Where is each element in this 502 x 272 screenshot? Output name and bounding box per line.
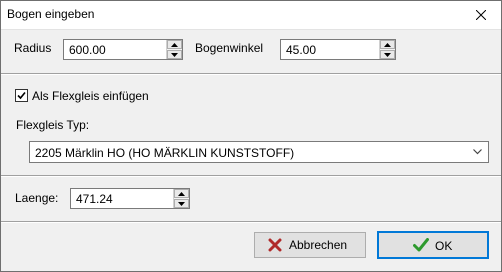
separator (1, 73, 501, 75)
flexgleis-checkbox[interactable] (15, 89, 28, 102)
title-bar[interactable]: Bogen eingeben (1, 1, 501, 30)
laenge-value[interactable]: 471.24 (76, 192, 113, 206)
ok-button-label: OK (435, 239, 453, 253)
bogenwinkel-decrement-button[interactable] (380, 50, 395, 59)
flexgleis-type-selected: 2205 Märklin HO (HO MÄRKLIN KUNSTSTOFF) (35, 146, 295, 160)
flexgleis-type-label: Flexgleis Typ: (16, 118, 90, 132)
bogenwinkel-increment-button[interactable] (380, 40, 395, 49)
laenge-spin-buttons (173, 189, 189, 208)
flexgleis-type-select[interactable]: 2205 Märklin HO (HO MÄRKLIN KUNSTSTOFF) (29, 141, 489, 163)
separator (1, 221, 501, 223)
bogenwinkel-spin-buttons (379, 40, 395, 59)
bogenwinkel-value[interactable]: 45.00 (286, 43, 316, 57)
ok-check-icon (413, 238, 429, 252)
arrow-down-icon (384, 53, 391, 57)
close-icon (476, 10, 486, 20)
arrow-up-icon (178, 192, 185, 196)
cancel-button-label: Abbrechen (289, 238, 348, 252)
ok-button[interactable]: OK (377, 231, 489, 259)
radius-spinbox[interactable]: 600.00 (63, 39, 183, 60)
radius-label: Radius (14, 41, 52, 55)
arrow-down-icon (178, 202, 185, 206)
arrow-up-icon (171, 43, 178, 47)
cancel-x-icon (268, 238, 282, 252)
arrow-up-icon (384, 43, 391, 47)
radius-value[interactable]: 600.00 (69, 43, 106, 57)
separator (1, 175, 501, 177)
window-title: Bogen eingeben (7, 7, 95, 21)
laenge-label: Laenge: (15, 191, 59, 205)
radius-spin-buttons (166, 40, 182, 59)
laenge-increment-button[interactable] (174, 189, 189, 198)
arrow-down-icon (171, 53, 178, 57)
dialog-window: Bogen eingeben Radius 600.00 Bogenwinkel… (0, 0, 502, 272)
laenge-spinbox[interactable]: 471.24 (70, 188, 190, 209)
close-button[interactable] (461, 1, 501, 29)
bogenwinkel-spinbox[interactable]: 45.00 (280, 39, 396, 60)
radius-increment-button[interactable] (167, 40, 182, 49)
chevron-down-icon (473, 149, 482, 155)
radius-decrement-button[interactable] (167, 50, 182, 59)
cancel-button[interactable]: Abbrechen (254, 232, 366, 258)
checkmark-icon (17, 91, 26, 100)
flexgleis-checkbox-label[interactable]: Als Flexgleis einfügen (32, 89, 149, 103)
laenge-decrement-button[interactable] (174, 199, 189, 208)
bogenwinkel-label: Bogenwinkel (195, 41, 264, 55)
